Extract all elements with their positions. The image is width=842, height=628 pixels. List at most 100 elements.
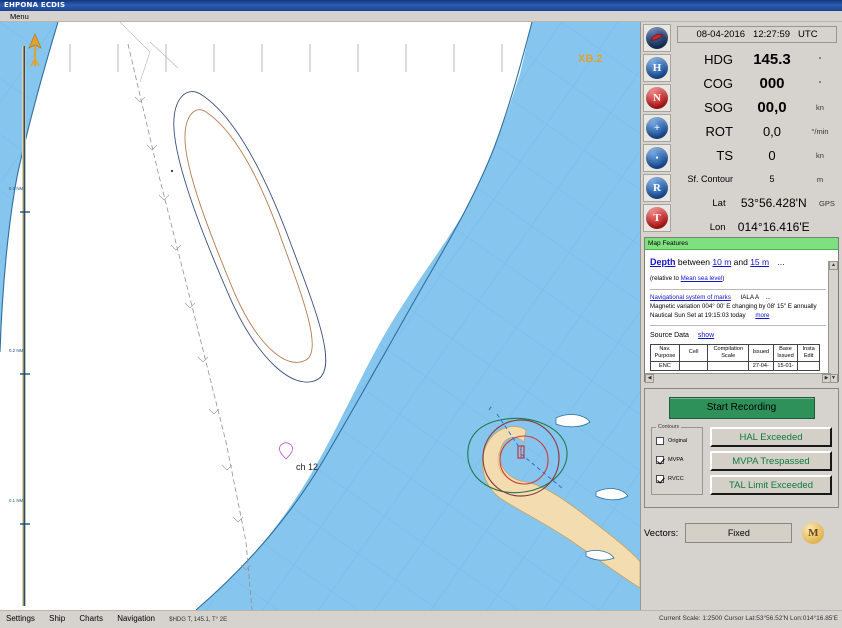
latitude-row: Lat 53°56.428'N GPS (675, 191, 840, 215)
depth-text-2: and (731, 257, 751, 267)
depth-link[interactable]: Depth (650, 257, 676, 267)
contour-original-row[interactable]: Original (656, 431, 700, 450)
rot-value: 0,0 (762, 123, 782, 139)
sog-row: SOG 00,0 kn (675, 95, 840, 119)
mean-sea-level-link[interactable]: Mean sea level (681, 275, 723, 282)
rot-unit: °/min (811, 126, 829, 136)
td-compilation-scale (707, 360, 749, 372)
depth-max-link[interactable]: 15 m (750, 257, 769, 267)
scale-tick-2: 0.1 NM (9, 498, 24, 503)
contour-mvpa-label: MVPA (668, 456, 684, 463)
chart-display[interactable]: XB.2 ch 12 0.3 NM 0.2 NM 0.1 NM (0, 22, 641, 610)
contour-original-checkbox[interactable] (656, 436, 664, 445)
contour-rvcc-row[interactable]: RVCC (656, 469, 700, 488)
sunset-text: Nautical Sun Set at 19:15:03 today (650, 312, 746, 319)
route-icon: R (646, 177, 668, 199)
safety-contour-unit: m (816, 174, 824, 184)
map-features-horizontal-scrollbar[interactable]: ◀ ▶ (645, 373, 831, 383)
hdg-unit: ° (818, 54, 822, 64)
source-data-table: Nav. Purpose Cell Compilation Scale Issu… (650, 344, 820, 372)
mvpa-trespassed-button[interactable]: MVPA Trespassed (710, 451, 832, 471)
scroll-right-icon[interactable]: ▶ (822, 374, 831, 383)
statusbar-navigation[interactable]: Navigation (117, 614, 155, 623)
hdg-label: HDG (704, 51, 733, 67)
hal-exceeded-button[interactable]: HAL Exceeded (710, 427, 832, 447)
table-header-row: Nav. Purpose Cell Compilation Scale Issu… (650, 344, 820, 362)
chart-canvas[interactable] (0, 22, 640, 610)
north-arrow-icon (28, 32, 42, 67)
depth-min-link[interactable]: 10 m (712, 257, 731, 267)
cog-value: 000 (759, 74, 785, 92)
tal-limit-exceeded-button[interactable]: TAL Limit Exceeded (710, 475, 832, 495)
ts-unit: kn (816, 150, 824, 160)
window-title: EHPONA ECDIS (4, 1, 66, 9)
heading-icon-button[interactable]: H (643, 54, 671, 82)
alarm-icon-button[interactable] (643, 24, 671, 52)
nav-marks-more[interactable]: ... (766, 294, 771, 301)
source-data-show-link[interactable]: show (698, 332, 714, 339)
td-insta-edit (797, 360, 820, 372)
ts-row: TS 0 kn (675, 143, 840, 167)
right-panel: H N + ● R T 08-04-2016 12:27:59 UTC HDG … (641, 22, 842, 610)
scale-tick-0: 0.3 NM (9, 186, 24, 191)
alert-buttons-column: HAL Exceeded MVPA Trespassed TAL Limit E… (710, 427, 832, 499)
latitude-label: Lat (712, 197, 726, 209)
map-features-vertical-scrollbar[interactable]: ▲ ▼ (828, 261, 838, 383)
longitude-value: 014°16.416'E (737, 220, 810, 234)
menubar[interactable]: Menu (0, 11, 842, 22)
th-nav-purpose: Nav. Purpose (650, 344, 680, 362)
menu-item-menu[interactable]: Menu (10, 12, 29, 21)
hdg-row: HDG 145.3 ° (675, 47, 840, 71)
statusbar-ship[interactable]: Ship (49, 614, 65, 623)
sog-label: SOG (704, 99, 733, 115)
calling-in-point-label: ch 12 (296, 462, 319, 472)
td-base-issued: 15-01- (772, 360, 799, 372)
hdg-value: 145.3 (753, 50, 791, 68)
safety-contour-value: 5 (769, 174, 775, 184)
td-nav-purpose: ENC (650, 360, 680, 372)
route-icon-button[interactable]: R (643, 174, 671, 202)
nav-marks-link[interactable]: Navigational system of marks (650, 294, 731, 301)
window-titlebar: EHPONA ECDIS (0, 0, 842, 11)
scroll-left-icon[interactable]: ◀ (645, 374, 654, 383)
map-features-body[interactable]: Depth between 10 m and 15 m ... (relativ… (645, 250, 838, 383)
depth-more-link[interactable]: ... (777, 257, 784, 267)
contour-mvpa-row[interactable]: MVPA (656, 450, 700, 469)
target-icon-button[interactable]: T (643, 204, 671, 232)
north-icon: N (646, 87, 668, 109)
divider-1 (650, 289, 826, 291)
statusbar-charts[interactable]: Charts (79, 614, 103, 623)
north-icon-button[interactable]: N (643, 84, 671, 112)
vertical-datum-line: (relative to Mean sea level) (650, 275, 826, 284)
manual-mode-badge: M (802, 522, 825, 544)
scroll-up-icon[interactable]: ▲ (829, 261, 838, 270)
contour-rvcc-label: RVCC (668, 475, 684, 482)
alarm-icon (646, 27, 668, 49)
map-features-title: Map Features (645, 238, 838, 250)
controls-lower-row: Contours Original MVPA RVCC HAL Exceeded… (645, 424, 838, 499)
contours-legend: Contours (656, 424, 682, 430)
scale-tick-1: 0.2 NM (9, 348, 24, 353)
start-recording-button[interactable]: Start Recording (668, 397, 815, 419)
heading-icon: H (646, 57, 668, 79)
sensors-icon-button[interactable]: ● (643, 144, 671, 172)
nav-marks-value: IALA A (740, 294, 759, 302)
chart-cell-label: XB.2 (578, 53, 603, 65)
contour-rvcc-checkbox[interactable] (656, 474, 664, 483)
sunset-more-link[interactable]: more (755, 312, 769, 319)
statusbar: Settings Ship Charts Navigation $HDG T, … (0, 610, 842, 626)
magnetic-variation-line: Magnetic variation 004° 00' E changing b… (650, 303, 817, 311)
safety-contour-row: Sf. Contour 5 m (675, 167, 840, 191)
statusbar-settings[interactable]: Settings (6, 614, 35, 623)
clock-time: 12:27:59 (753, 29, 791, 40)
zoom-in-icon-button[interactable]: + (643, 114, 671, 142)
sounding-point (170, 169, 174, 173)
contour-mvpa-checkbox[interactable] (656, 455, 664, 464)
sog-unit: kn (816, 102, 824, 112)
map-features-panel: Map Features Depth between 10 m and 15 m… (644, 237, 839, 383)
th-base-issued: Base Issued (772, 344, 799, 362)
th-compilation-scale: Compilation Scale (707, 344, 749, 362)
vectors-mode-button[interactable]: Fixed (685, 523, 793, 543)
navigation-data-block: 08-04-2016 12:27:59 UTC HDG 145.3 ° COG … (675, 24, 840, 239)
td-cell (678, 360, 709, 372)
